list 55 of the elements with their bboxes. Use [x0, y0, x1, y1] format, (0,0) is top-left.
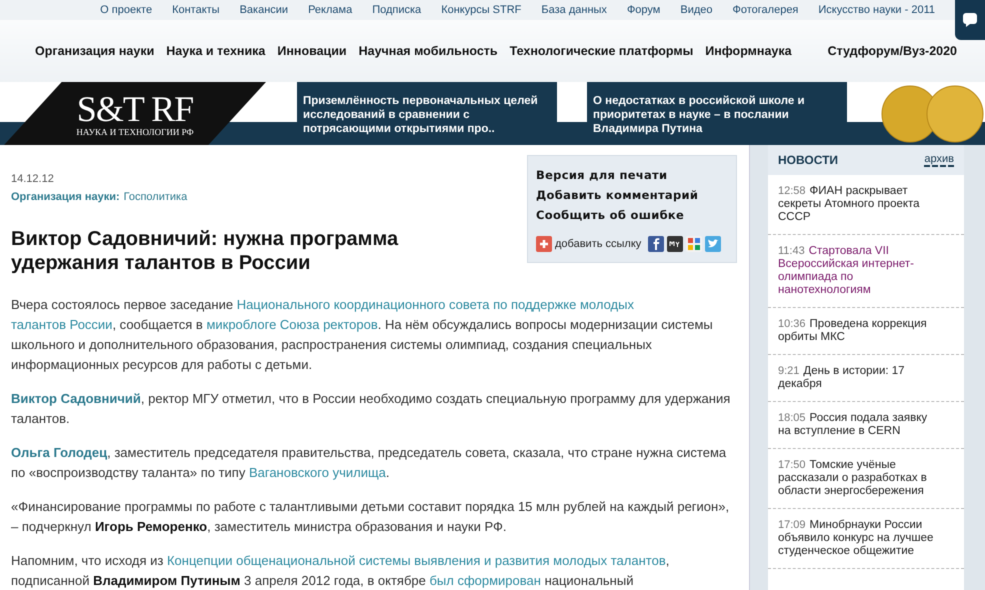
main-nav-link[interactable]: Инновации — [271, 44, 353, 58]
article-paragraph: Вчера состоялось первое заседание Национального координационного совета по поддержке молодых талантов России, сообщается в микроблоге Союза ректоров. На нём обсуждались вопросы модернизации системы школьного и дополнительного образования, распространения системы олимпиад, создания специальных информационных ресурсов для работы с детьми. — [11, 296, 714, 374]
text-link[interactable]: Национального координационного совета по поддержке молодых — [236, 297, 634, 312]
text-link[interactable]: талантов России — [11, 317, 112, 332]
top-nav-link[interactable]: О проекте — [90, 4, 162, 16]
top-nav-link[interactable]: Контакты — [162, 4, 230, 16]
main-nav-link[interactable]: Технологические платформы — [504, 44, 700, 58]
rubric-link[interactable]: Организация науки: — [11, 191, 120, 203]
archive-link[interactable]: архив — [924, 153, 954, 167]
news-item[interactable]: 10:36 Проведена коррекция орбиты МКС — [768, 308, 964, 355]
colored-squares-icon[interactable] — [686, 236, 702, 252]
text-link[interactable]: микроблоге Союза ректоров — [206, 317, 378, 332]
article-paragraph: Ольга Голодец, заместитель председателя правительства, председатель совета, сказала, что стране нужна система по «воспроизводству таланта» по типу Вагановского училища. — [11, 444, 728, 482]
news-item[interactable]: 17:09 Минобрнауки России объявило конкурс на лучшее студенческое общежитие — [768, 509, 964, 569]
main-nav-link[interactable]: Наука и техника — [160, 44, 272, 58]
main-nav-link[interactable]: Организация науки — [29, 44, 160, 58]
tag-link[interactable]: Госполитика — [124, 191, 188, 203]
news-item[interactable]: 11:43 Стартовала VII Всероссийская интернет-олимпиада по нанотехнологиям — [768, 235, 964, 308]
top-nav-link[interactable]: Фотогалерея — [722, 4, 808, 16]
bird-icon[interactable] — [705, 236, 722, 252]
top-nav-link[interactable]: Подписка — [362, 4, 432, 16]
news-item[interactable]: 9:21 День в истории: 17 декабря — [768, 355, 964, 402]
name-link[interactable]: Виктор Садовничий — [11, 391, 141, 406]
top-nav-link[interactable]: Искусство науки - 2011 — [808, 4, 945, 16]
text-link[interactable]: Концепции общенациональной системы выявления и развития молодых талантов — [166, 553, 666, 568]
share-link[interactable]: добавить ссылку — [555, 238, 642, 250]
article-paragraph: Напомним, что исходя из Концепции общенациональной системы выявления и развития молодых талантов, подписанной Владимиром Путиным 3 апреля 2012 года, в октябре был сформирован национальный — [11, 552, 670, 590]
news-item[interactable]: 17:50 Томские учёные рассказали о разработках в области энергосбережения — [768, 449, 964, 509]
top-nav-link[interactable]: Форум — [616, 4, 670, 16]
news-title: НОВОСТИ — [778, 153, 838, 167]
text-link[interactable]: был сформирован — [429, 573, 541, 588]
top-nav-link[interactable]: Вакансии — [230, 4, 298, 16]
tool-link[interactable]: Добавить комментарий — [536, 188, 728, 202]
article-title: Виктор Садовничий: нужна программа удержания талантов в России — [11, 227, 400, 275]
article-paragraph: Виктор Садовничий, ректор МГУ отметил, что в России необходимо создать специальную программу для удержания талантов. — [11, 390, 732, 428]
tool-link[interactable]: Сообщить об ошибке — [536, 208, 728, 222]
text-link[interactable]: Вагановского училища — [248, 465, 386, 480]
news-item[interactable]: 18:05 Россия подала заявку на вступление в CERN — [768, 402, 964, 449]
top-nav-link[interactable]: Видео — [670, 4, 722, 16]
main-nav-link[interactable]: Студфорум/Вуз-2020 — [822, 44, 963, 58]
top-nav-link[interactable]: База данных — [531, 4, 617, 16]
speech-bubble-icon[interactable] — [955, 0, 985, 40]
main-nav-link[interactable]: Информнаука — [699, 44, 798, 58]
news-item[interactable]: 12:58 ФИАН раскрывает секреты Атомного проекта СССР — [768, 175, 964, 235]
top-nav-link[interactable]: Конкурсы STRF — [431, 4, 532, 16]
article-date: 14.12.12 — [11, 173, 54, 185]
name-link[interactable]: Ольга Голодец — [11, 445, 108, 460]
top-nav-link[interactable]: Реклама — [298, 4, 362, 16]
network-icon[interactable] — [667, 236, 684, 252]
article-paragraph: «Финансирование программы по работе с талантливыми детьми составит порядка 15 млн рублей на каждый регион», – подчеркнул Игорь Реморенко, заместитель министра образования и науки РФ. — [11, 498, 730, 536]
add-icon[interactable] — [536, 236, 552, 252]
tool-link[interactable]: Версия для печати — [536, 168, 728, 182]
main-nav-link[interactable]: Научная мобильность — [352, 44, 504, 58]
facebook-icon[interactable] — [648, 236, 664, 252]
site-logo[interactable]: S&T RF НАУКА И ТЕХНОЛОГИИ РФ — [4, 82, 266, 145]
